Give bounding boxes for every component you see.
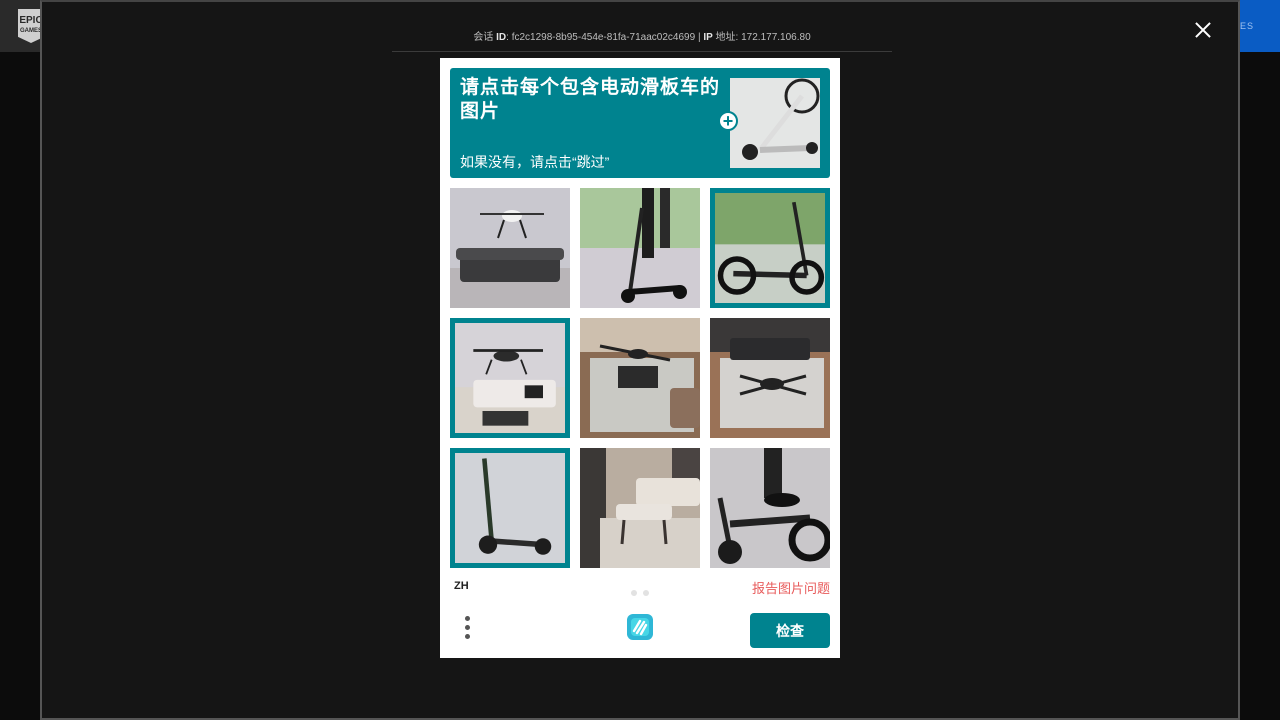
drone-living-room-image: [455, 323, 565, 433]
page-indicator: [631, 583, 655, 601]
image-tile-scooter-standing[interactable]: [450, 448, 570, 568]
ip-value: 地址: 172.177.106.80: [712, 32, 811, 43]
scooter-rider-closeup-image: [710, 448, 830, 568]
drone-over-sofa-image: [450, 188, 570, 308]
scooter-grass-image: [715, 193, 825, 303]
session-id-value: : fc2c1298-8b95-454e-81fa-71aac02c4699 |: [506, 32, 704, 43]
prompt-title: 请点击每个包含电动滑板车的图片: [460, 77, 721, 122]
report-image-link[interactable]: 报告图片问题: [752, 578, 830, 597]
session-id-label: ID: [496, 32, 507, 43]
page-dot: [631, 590, 637, 596]
room-bench-image: [580, 448, 700, 568]
image-tile-scooter-rider[interactable]: [580, 188, 700, 308]
prompt-subtitle: 如果没有，请点击“跳过”: [460, 154, 610, 170]
session-id-prefix: 会话: [473, 32, 494, 43]
more-options-icon[interactable]: [462, 616, 472, 642]
image-tile-drone-living-room[interactable]: [450, 318, 570, 438]
drone-room-floor-image: [710, 318, 830, 438]
scooter-standing-image: [455, 453, 565, 563]
example-image[interactable]: [730, 78, 820, 168]
image-tile-drone-over-sofa[interactable]: [450, 188, 570, 308]
language-selector[interactable]: ZH: [454, 580, 469, 592]
check-button[interactable]: 检查: [750, 613, 830, 648]
logo-text-bottom: GAMES: [19, 28, 42, 34]
drone-on-rug-image: [580, 318, 700, 438]
image-grid: [450, 188, 830, 568]
session-info: 会话 ID: fc2c1298-8b95-454e-81fa-71aac02c4…: [392, 28, 892, 43]
image-tile-scooter-rider-closeup[interactable]: [710, 448, 830, 568]
scooter-rider-image: [580, 188, 700, 308]
close-icon[interactable]: [1190, 18, 1216, 44]
page-dot: [643, 590, 649, 596]
plus-icon[interactable]: +: [718, 111, 738, 131]
ip-label: IP: [703, 32, 713, 43]
hcaptcha-logo-icon: [624, 611, 656, 643]
image-tile-room-bench[interactable]: [580, 448, 700, 568]
captcha-challenge: 请点击每个包含电动滑板车的图片 如果没有，请点击“跳过” + ZH 报告图片问题…: [440, 58, 840, 658]
image-tile-drone-room-floor[interactable]: [710, 318, 830, 438]
image-tile-scooter-grass[interactable]: [710, 188, 830, 308]
challenge-prompt: 请点击每个包含电动滑板车的图片 如果没有，请点击“跳过” +: [450, 68, 830, 178]
divider: [392, 51, 892, 52]
image-tile-drone-on-rug[interactable]: [580, 318, 700, 438]
